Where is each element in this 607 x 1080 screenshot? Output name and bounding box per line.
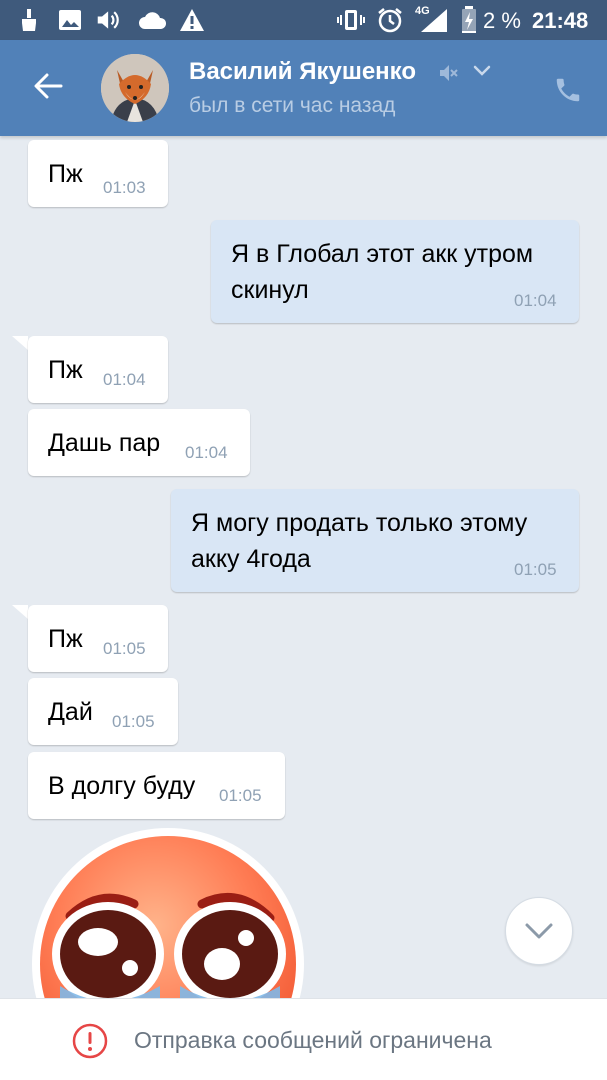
message-outgoing[interactable]: Я в Глобал этот акк утром скинул 01:04 [211, 220, 579, 323]
restriction-text: Отправка сообщений ограничена [134, 1027, 492, 1053]
call-button[interactable] [548, 70, 588, 110]
broom-icon [16, 6, 42, 34]
bubble-tail [12, 605, 28, 619]
message-incoming[interactable]: Дай 01:05 [28, 678, 178, 745]
back-button[interactable] [26, 64, 70, 108]
message-time: 01:05 [112, 712, 155, 731]
message-time: 01:04 [103, 370, 146, 389]
message-text: В долгу буду [48, 772, 196, 800]
chat-header: Василий Якушенко был в сети час назад [0, 40, 607, 136]
vibrate-icon [336, 6, 366, 34]
message-text: Дай [48, 698, 93, 726]
warning-icon [179, 6, 205, 34]
contact-name[interactable]: Василий Якушенко [189, 58, 416, 86]
cloud-icon [137, 6, 169, 34]
message-incoming[interactable]: Пж 01:04 [28, 336, 168, 403]
signal-icon: 4G [413, 5, 449, 34]
volume-icon [96, 6, 122, 34]
scroll-to-bottom-button[interactable] [505, 897, 573, 965]
clock: 21:48 [532, 8, 589, 33]
last-seen-status: был в сети час назад [189, 94, 396, 117]
phone-icon [556, 78, 580, 102]
message-incoming[interactable]: Дашь пар 01:04 [28, 409, 250, 476]
chevron-down-icon [525, 923, 553, 939]
message-incoming[interactable]: Пж 01:05 [28, 605, 168, 672]
mute-icon [437, 62, 459, 89]
message-incoming[interactable]: Пж 01:03 [28, 140, 168, 207]
alarm-icon [377, 6, 403, 34]
message-outgoing[interactable]: Я могу продать только этому акку 4года 0… [171, 489, 579, 592]
message-time: 01:04 [185, 443, 228, 462]
message-time: 01:04 [514, 291, 557, 310]
chevron-down-icon[interactable] [472, 64, 492, 83]
message-time: 01:05 [514, 560, 557, 579]
message-incoming[interactable]: В долгу буду 01:05 [28, 752, 285, 819]
message-text: Дашь пар [48, 429, 161, 457]
status-bar: 4G 2 % 21:48 [0, 0, 607, 40]
avatar[interactable] [101, 54, 169, 122]
back-arrow-icon [34, 73, 63, 99]
bubble-tail [12, 336, 28, 350]
image-icon [57, 6, 83, 34]
fox-avatar-image [101, 54, 169, 122]
restriction-bar: Отправка сообщений ограничена [0, 998, 607, 1080]
message-text: Пж [48, 356, 83, 384]
message-list[interactable]: Пж 01:03 Я в Глобал этот акк утром скину… [0, 136, 607, 998]
message-text: Пж [48, 160, 83, 188]
exclamation-circle-icon [72, 1023, 108, 1064]
message-time: 01:05 [103, 639, 146, 658]
message-text: Пж [48, 625, 83, 653]
message-time: 01:05 [219, 786, 262, 805]
battery-level: 2 % [483, 8, 521, 33]
message-time: 01:03 [103, 178, 146, 197]
pleading-face-sticker[interactable] [30, 826, 310, 998]
battery-charging-icon [458, 6, 480, 34]
